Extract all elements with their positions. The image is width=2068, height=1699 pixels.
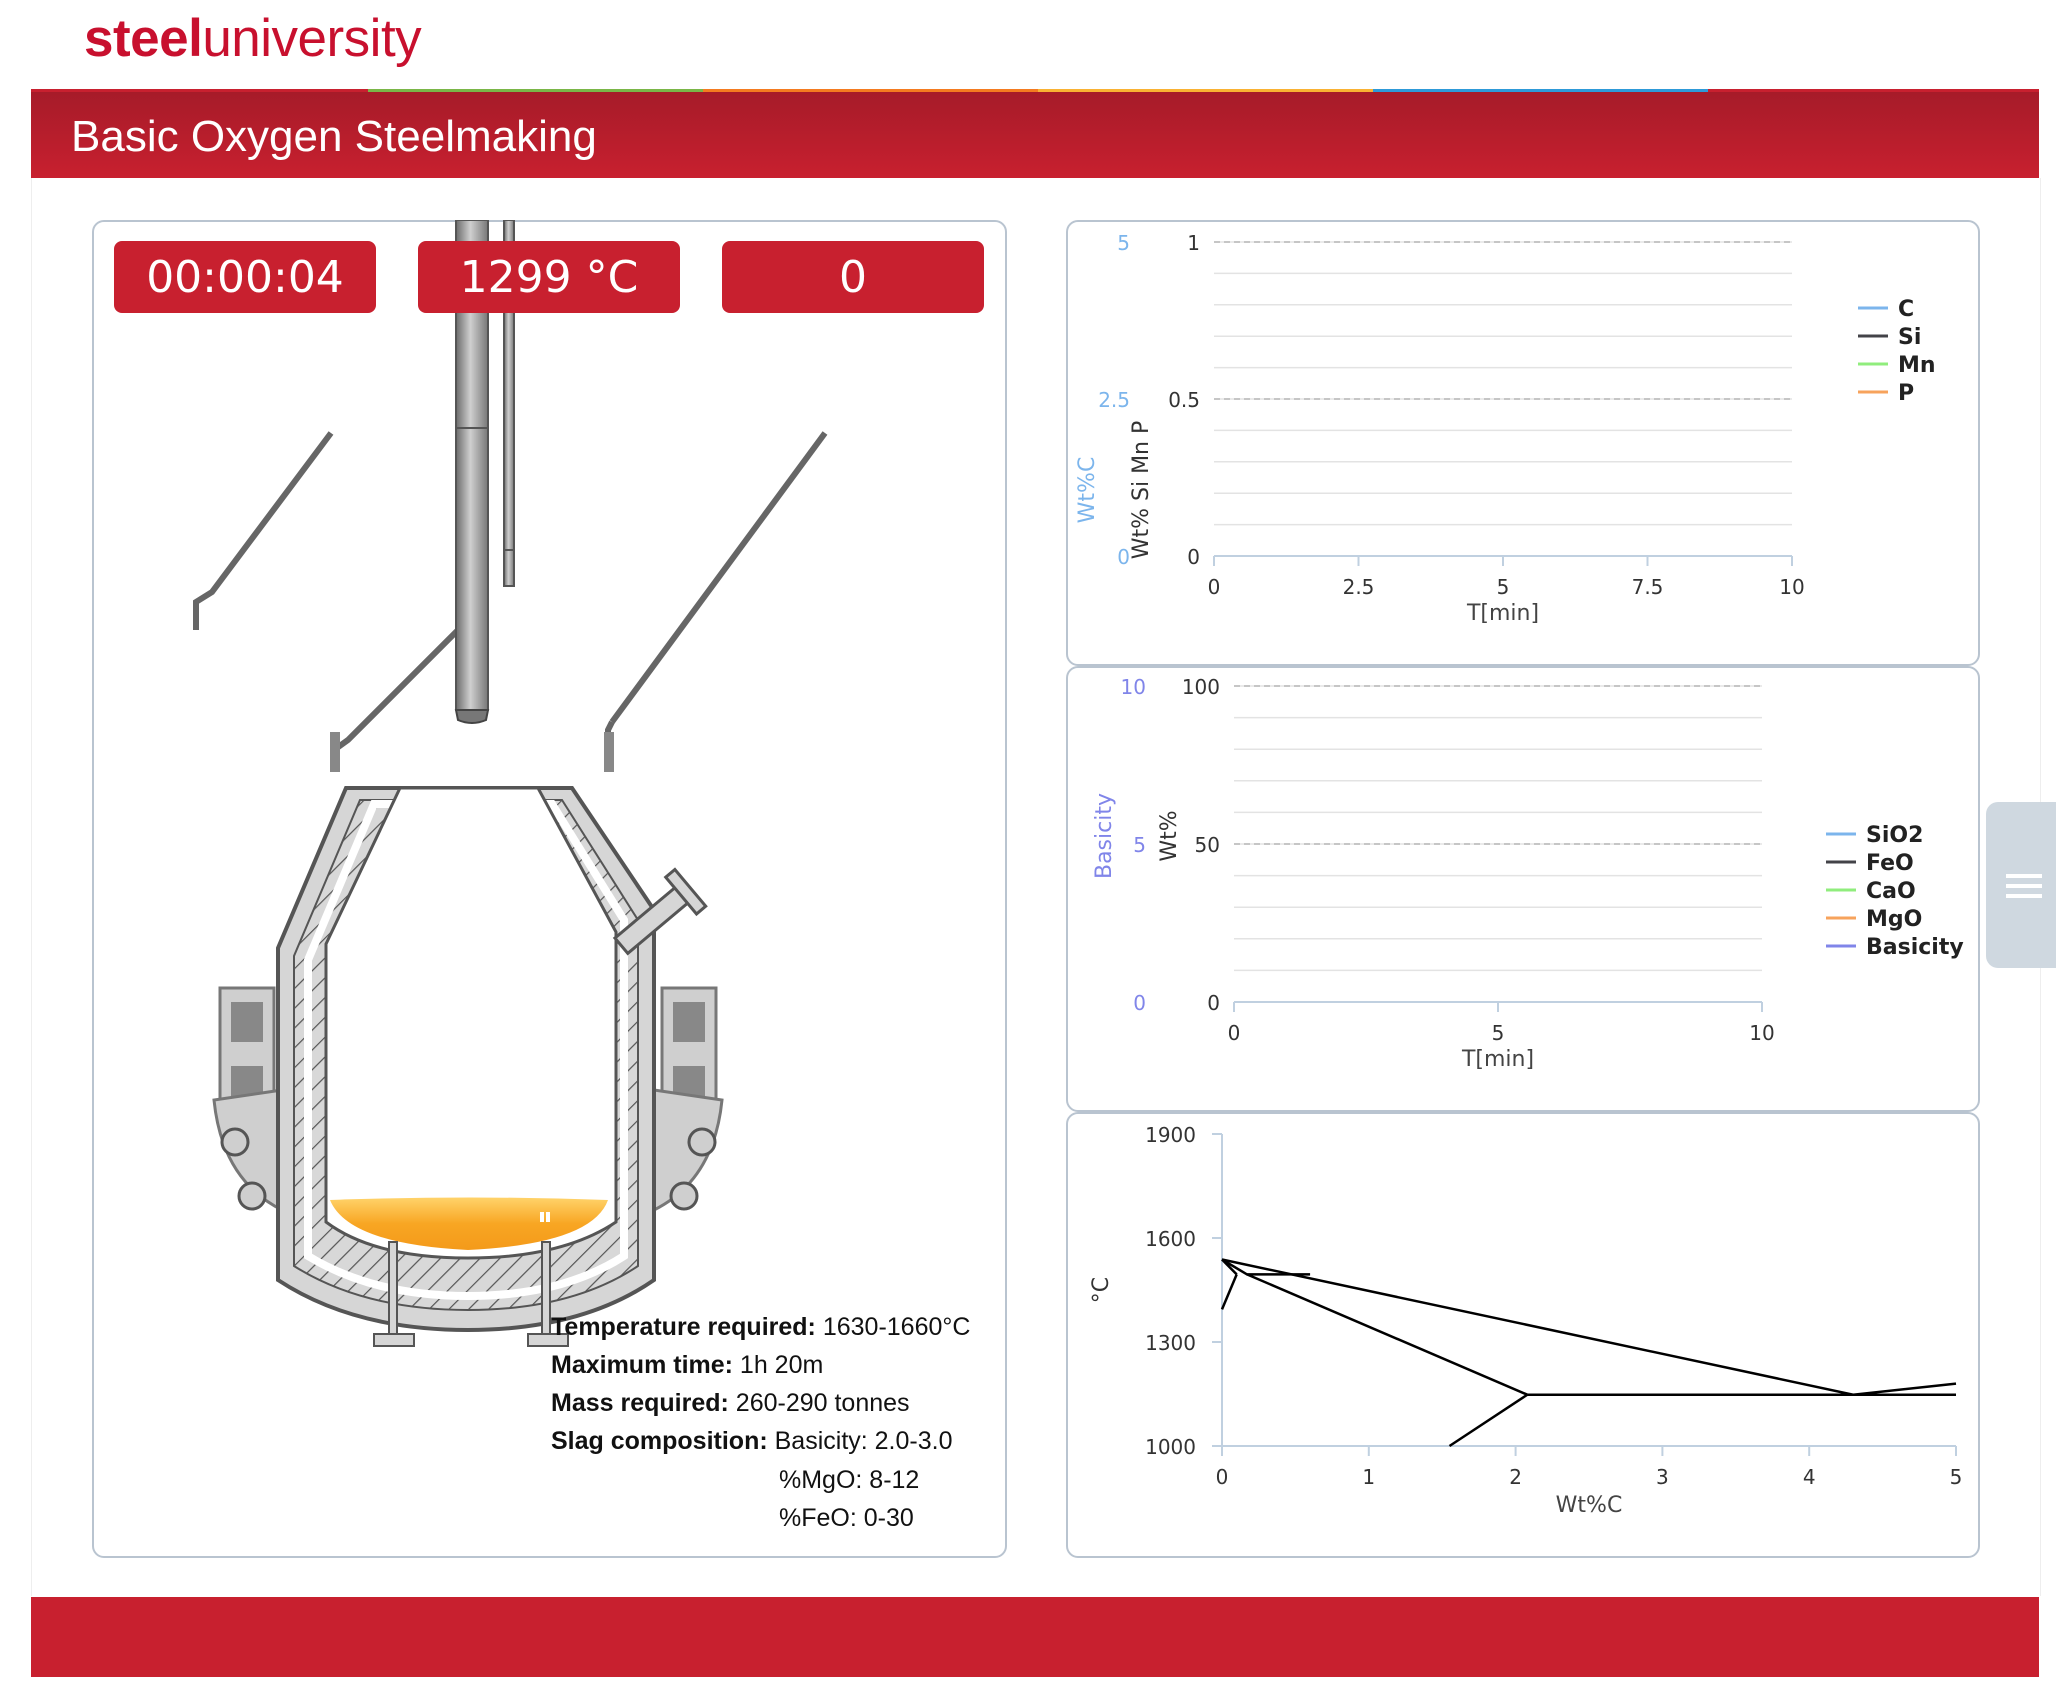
y-tick-label: 1600: [1145, 1227, 1196, 1251]
x-tick-label: 10: [1749, 1021, 1774, 1045]
x-tick-label: 4: [1803, 1465, 1816, 1489]
charts-canvas: 00.5102.550 2.5 5 7.5 10T[min]Wt% Si Mn PWt%…: [1075, 231, 1964, 1518]
requirement-value: 260-290 tonnes: [728, 1389, 910, 1417]
x-tick-label: 5: [1950, 1465, 1963, 1489]
requirement-feo: %FeO: 0-30: [779, 1504, 914, 1532]
x-axis-title: T[min]: [1466, 601, 1539, 626]
y-tick-label: 0: [1207, 991, 1220, 1015]
page-title: Basic Oxygen Steelmaking: [71, 112, 597, 161]
brand-logo-steel: steel: [84, 9, 203, 68]
x-axis-title: T[min]: [1461, 1047, 1534, 1072]
x-axis-title: Wt%C: [1556, 1493, 1623, 1518]
y-tick-label: 100: [1182, 675, 1220, 699]
x-tick-label: 0: [1208, 575, 1221, 599]
y2-tick-label: 2.5: [1098, 388, 1130, 412]
legend-item: C: [1898, 297, 1914, 322]
y-tick-label: 1: [1187, 231, 1200, 255]
x-tick-label: 2.5: [1343, 575, 1375, 599]
y2-tick-label: 5: [1117, 231, 1130, 255]
y-axis-title: °C: [1089, 1277, 1114, 1303]
temperature-display: 1299 °C: [418, 241, 680, 313]
y2-tick-label: 10: [1121, 675, 1146, 699]
requirement-value: 1h 20m: [732, 1351, 824, 1379]
legend-item: CaO: [1866, 879, 1916, 904]
legend-item: P: [1898, 381, 1914, 406]
y-tick-label: 0.5: [1168, 388, 1200, 412]
elapsed-time-display: 00:00:04: [114, 241, 376, 313]
requirement-slag: Slag composition: Basicity: 2.0-3.0: [551, 1427, 953, 1456]
x-tick-label: 7.5: [1632, 575, 1664, 599]
requirement-mgo: %MgO: 8-12: [779, 1466, 920, 1494]
converter-vessel-icon: [193, 220, 828, 1347]
requirement-mass: Mass required: 260-290 tonnes: [551, 1389, 910, 1418]
legend-item: MgO: [1866, 907, 1922, 932]
requirement-label: Temperature required:: [551, 1313, 816, 1341]
legend-item: Basicity: [1866, 935, 1964, 960]
y-tick-label: 50: [1195, 833, 1220, 857]
requirement-value: Basicity: 2.0-3.0: [767, 1427, 953, 1455]
phase-boundary-line: [1221, 1258, 1957, 1396]
legend-item: SiO2: [1866, 823, 1923, 848]
menu-icon[interactable]: [1986, 802, 2056, 968]
x-tick-label: 3: [1656, 1465, 1669, 1489]
requirement-label: Maximum time:: [551, 1351, 733, 1379]
requirement-temperature: Temperature required: 1630-1660°C: [551, 1313, 970, 1342]
y-tick-label: 1300: [1145, 1331, 1196, 1355]
legend-item: Si: [1898, 325, 1921, 350]
brand-logo: steeluniversity: [84, 8, 422, 69]
y2-tick-label: 0: [1133, 991, 1146, 1015]
requirement-value: 1630-1660°C: [815, 1313, 971, 1341]
y-axis-title: Wt%: [1157, 810, 1182, 861]
y-tick-label: 0: [1187, 545, 1200, 569]
y2-axis-title: Wt%C: [1075, 457, 1100, 524]
phase-boundary-line: [1448, 1393, 1528, 1448]
x-tick-label: 0: [1228, 1021, 1241, 1045]
y-tick-label: 1000: [1145, 1435, 1196, 1459]
y2-tick-label: 5: [1133, 833, 1146, 857]
legend-item: FeO: [1866, 851, 1914, 876]
brand-logo-university: university: [202, 9, 422, 68]
requirement-max-time: Maximum time: 1h 20m: [551, 1351, 823, 1380]
phase-boundary-line: [1246, 1273, 1528, 1396]
x-tick-label: 0: [1216, 1465, 1229, 1489]
y-tick-label: 1900: [1145, 1123, 1196, 1147]
side-menu-tab[interactable]: [1986, 802, 2056, 968]
requirement-label: Slag composition:: [551, 1427, 768, 1455]
x-tick-label: 1: [1362, 1465, 1375, 1489]
requirement-label: Mass required:: [551, 1389, 729, 1417]
y-axis-title: Wt% Si Mn P: [1129, 421, 1154, 560]
x-tick-label: 5: [1492, 1021, 1505, 1045]
footer-bar: [31, 1597, 2039, 1677]
x-tick-label: 2: [1509, 1465, 1522, 1489]
phase-boundary-line: [1220, 1273, 1238, 1310]
x-tick-label: 5: [1497, 575, 1510, 599]
x-tick-label: 10: [1779, 575, 1804, 599]
y2-axis-title: Basicity: [1092, 793, 1117, 879]
legend-item: Mn: [1898, 353, 1936, 378]
score-display: 0: [722, 241, 984, 313]
title-bar: Basic Oxygen Steelmaking: [31, 92, 2039, 178]
